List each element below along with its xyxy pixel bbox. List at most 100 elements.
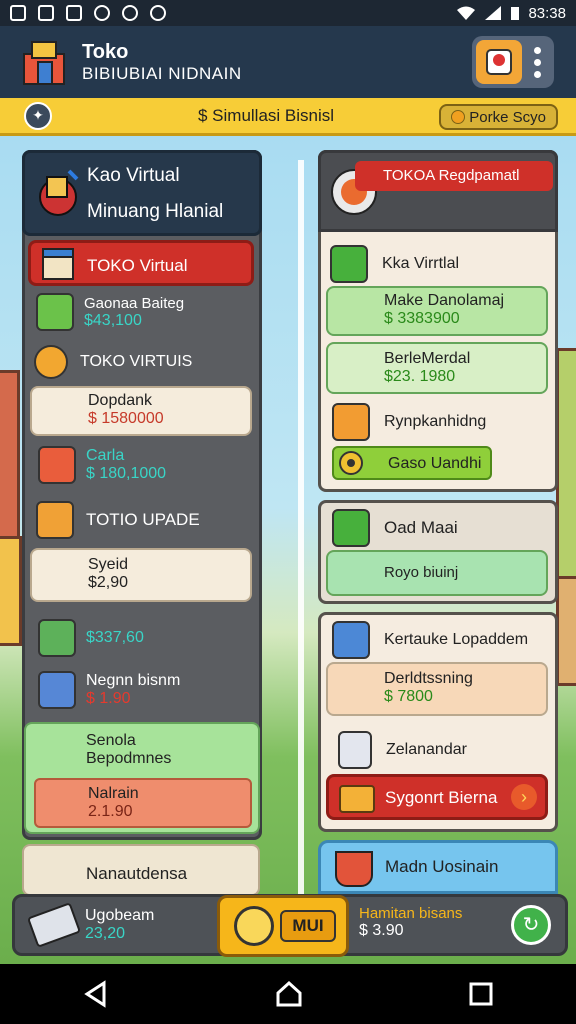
right-item-rynp[interactable]: Rynpkanhidng xyxy=(332,402,552,442)
building-right xyxy=(556,348,576,608)
item-value: $ 7800 xyxy=(384,688,433,705)
mui-label: MUI xyxy=(280,910,336,942)
battery-icon xyxy=(511,7,520,20)
notification-icon-3 xyxy=(66,5,82,21)
left-panel-subtitle: Minuang Hlanial xyxy=(87,201,224,222)
item-label: Carla xyxy=(86,447,125,464)
list-item-negnn[interactable]: Negnn bisnm $ 1.90 xyxy=(38,668,258,712)
right-item-make[interactable]: Make Danolamaj $ 3383900 xyxy=(326,286,548,336)
item-label: Nanautdensa xyxy=(86,864,188,883)
mui-button[interactable]: MUI xyxy=(217,895,349,957)
gaso-uandhi-label: Gaso Uandhi xyxy=(388,455,482,472)
section-title: TOKO Virtual xyxy=(87,256,188,275)
left-panel-header: Kao Virtual Minuang Hlanial xyxy=(22,150,262,236)
section-title: TOKO VIRTUIS xyxy=(80,353,193,370)
notification-icon-1 xyxy=(10,5,26,21)
item-label-2: Bepodmnes xyxy=(86,750,172,767)
signal-icon xyxy=(485,6,502,20)
section-toko-virtual[interactable]: TOKO Virtual xyxy=(28,240,254,286)
item-label: Syeid xyxy=(88,556,129,573)
laptop-icon xyxy=(38,671,76,709)
recent-apps-icon[interactable] xyxy=(468,981,494,1007)
right-item-berle[interactable]: BerleMerdal $23. 1980 xyxy=(326,342,548,394)
home-icon[interactable] xyxy=(274,979,304,1009)
right-item-madn[interactable]: Madn Uosinain xyxy=(318,840,558,894)
item-label: Zelanandar xyxy=(386,741,467,758)
right-item-derldt[interactable]: Derldtssning $ 7800 xyxy=(326,662,548,716)
sygonrt-bierna-button[interactable]: Sygonrt Bierna › xyxy=(326,774,548,820)
bottom-left-value: 23,20 xyxy=(85,925,126,942)
right-panel-title-bar: TOKOA Regdpamatl xyxy=(355,161,553,191)
item-label: Dopdank xyxy=(88,392,153,409)
house-left xyxy=(0,536,22,646)
monitor-icon xyxy=(38,446,76,484)
section-totio-upade: TOTIO UPADE xyxy=(36,500,256,540)
right-item-kertauke[interactable]: Kertauke Lopaddem xyxy=(332,620,556,660)
item-label: Gaonaa Baiteg xyxy=(84,294,185,312)
bottom-right-value: $ 3.90 xyxy=(359,922,404,939)
more-options-icon[interactable] xyxy=(534,46,541,78)
virtual-shop-icon xyxy=(39,169,79,216)
refresh-icon[interactable]: ↻ xyxy=(511,905,551,945)
gear-icon xyxy=(339,451,363,475)
banner-pill-label: Porke Scyo xyxy=(469,108,546,126)
right-item-zelanandar[interactable]: Zelanandar xyxy=(338,730,558,770)
list-item-nanautdensa[interactable]: Nanautdensa xyxy=(22,844,260,896)
item-label: Kertauke Lopaddem xyxy=(384,631,529,648)
clock: 83:38 xyxy=(528,4,566,22)
bottom-right-label: Hamitan bisans xyxy=(359,905,463,922)
profile-icon[interactable] xyxy=(476,40,522,84)
banner-text: $ Simullasi Bisnisl xyxy=(198,106,335,125)
key-icon xyxy=(34,345,68,379)
list-item-syeid[interactable]: Syeid $2,90 xyxy=(30,548,252,602)
item-label: Madn Uosinain xyxy=(385,857,499,876)
item-value: $ 1.90 xyxy=(86,690,131,707)
app-header: Toko BIBIUBIAI NIDNAIN xyxy=(0,26,576,98)
item-value: $ 180,1000 xyxy=(86,465,167,482)
item-label: Nalrain xyxy=(88,785,139,802)
notification-icon-5 xyxy=(122,5,138,21)
column-divider xyxy=(298,160,304,900)
document-icon xyxy=(338,731,372,769)
notification-icon-4 xyxy=(94,5,110,21)
list-item-senola[interactable]: Senola Bepodmnes Nalrain 2.1.90 xyxy=(24,722,260,834)
item-label: Royo biuinj xyxy=(384,564,459,581)
button-label: Sygonrt Bierna xyxy=(385,788,498,807)
list-item-carla[interactable]: Carla $ 180,1000 xyxy=(38,440,258,490)
item-label: Oad Maai xyxy=(384,518,458,537)
list-item-stack[interactable]: $337,60 xyxy=(38,616,258,660)
coin-icon xyxy=(234,906,274,946)
simulation-banner: ✦ $ Simullasi Bisnisl Porke Scyo xyxy=(0,98,576,136)
notification-icons xyxy=(10,5,166,21)
notification-icon-6 xyxy=(150,5,166,21)
right-panel-header: TOKOA Regdpamatl xyxy=(318,150,558,232)
item-label: Rynpkanhidng xyxy=(384,413,487,430)
list-item-dopdank[interactable]: Dopdank $ 1580000 xyxy=(30,386,252,436)
right-item-royo[interactable]: Royo biuinj xyxy=(326,550,548,596)
item-label: Kka Virrtlal xyxy=(382,255,460,272)
banner-pill-button[interactable]: Porke Scyo xyxy=(439,104,558,130)
right-item-kka[interactable]: Kka Virrtlal xyxy=(330,244,550,284)
app-subtitle: BIBIUBIAI NIDNAIN xyxy=(82,63,242,83)
right-item-oad[interactable]: Oad Maai xyxy=(332,508,552,548)
status-bar: 83:38 xyxy=(0,0,576,26)
plant-pot-icon xyxy=(335,851,373,887)
money-stack-icon xyxy=(36,293,74,331)
books-icon xyxy=(38,619,76,657)
section-title: TOTIO UPADE xyxy=(86,510,200,529)
list-item-gaonaa[interactable]: Gaonaa Baiteg $43,100 xyxy=(36,290,256,334)
item-value: $43,100 xyxy=(84,311,142,329)
store-icon xyxy=(42,248,74,280)
compass-icon[interactable]: ✦ xyxy=(24,101,52,130)
coin-icon xyxy=(451,110,466,124)
wifi-icon xyxy=(457,6,476,20)
gaso-uandhi-button[interactable]: Gaso Uandhi xyxy=(332,446,492,480)
back-icon[interactable] xyxy=(82,980,110,1008)
list-item-nalrain[interactable]: Nalrain 2.1.90 xyxy=(34,778,252,828)
cube-icon xyxy=(330,245,368,283)
bottom-left-label: Ugobeam xyxy=(85,907,155,924)
item-label: Senola xyxy=(86,732,136,749)
item-value: $ 3383900 xyxy=(384,310,460,327)
chest-icon xyxy=(339,785,375,813)
menu-button[interactable] xyxy=(472,36,554,88)
